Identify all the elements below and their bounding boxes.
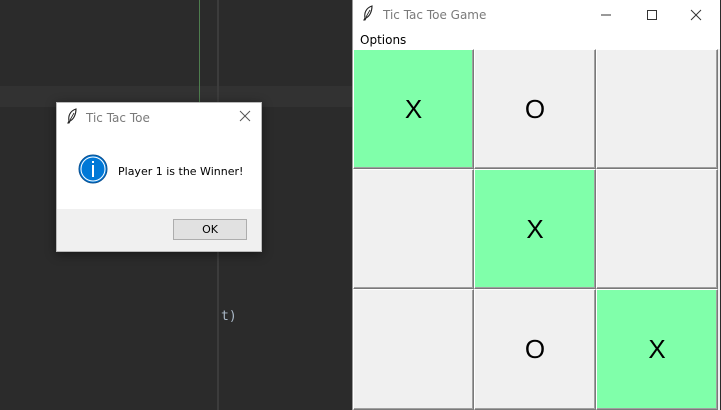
menu-bar: Options — [353, 30, 720, 49]
maximize-button[interactable] — [629, 0, 675, 30]
dialog-titlebar[interactable]: Tic Tac Toe — [57, 103, 261, 132]
dialog-title: Tic Tac Toe — [86, 110, 150, 125]
ok-button[interactable]: OK — [173, 219, 247, 240]
close-icon — [690, 9, 702, 21]
game-window: Tic Tac Toe Game Options XOXOX — [352, 0, 720, 410]
game-board: XOXOX — [353, 49, 720, 410]
dialog-content: Player 1 is the Winner! — [57, 132, 261, 210]
game-window-title: Tic Tac Toe Game — [383, 8, 487, 22]
menu-options[interactable]: Options — [360, 33, 406, 47]
feather-icon — [66, 107, 78, 128]
minimize-button[interactable] — [583, 0, 629, 30]
dialog-message: Player 1 is the Winner! — [118, 164, 244, 178]
board-cell-3-2[interactable]: O — [474, 289, 596, 410]
dialog-footer: OK — [57, 209, 261, 251]
feather-icon — [362, 5, 374, 25]
minimize-icon — [601, 14, 611, 16]
board-cell-2-1[interactable] — [353, 169, 474, 289]
board-cell-2-3[interactable] — [596, 169, 718, 289]
board-cell-1-3[interactable] — [596, 49, 718, 169]
dialog-close-button[interactable] — [237, 108, 253, 124]
editor-guide-line — [199, 0, 200, 104]
window-close-button[interactable] — [673, 0, 719, 30]
code-text: t) — [221, 309, 237, 324]
game-window-titlebar[interactable]: Tic Tac Toe Game — [353, 0, 720, 30]
board-cell-2-2[interactable]: X — [474, 169, 596, 289]
board-cell-3-1[interactable] — [353, 289, 474, 410]
board-cell-1-2[interactable]: O — [474, 49, 596, 169]
close-icon — [239, 110, 251, 122]
info-icon — [78, 154, 108, 188]
board-cell-1-1[interactable]: X — [353, 49, 474, 169]
winner-dialog: Tic Tac Toe Player 1 is the Winner! OK — [56, 102, 262, 252]
maximize-icon — [647, 10, 657, 20]
board-cell-3-3[interactable]: X — [596, 289, 718, 410]
